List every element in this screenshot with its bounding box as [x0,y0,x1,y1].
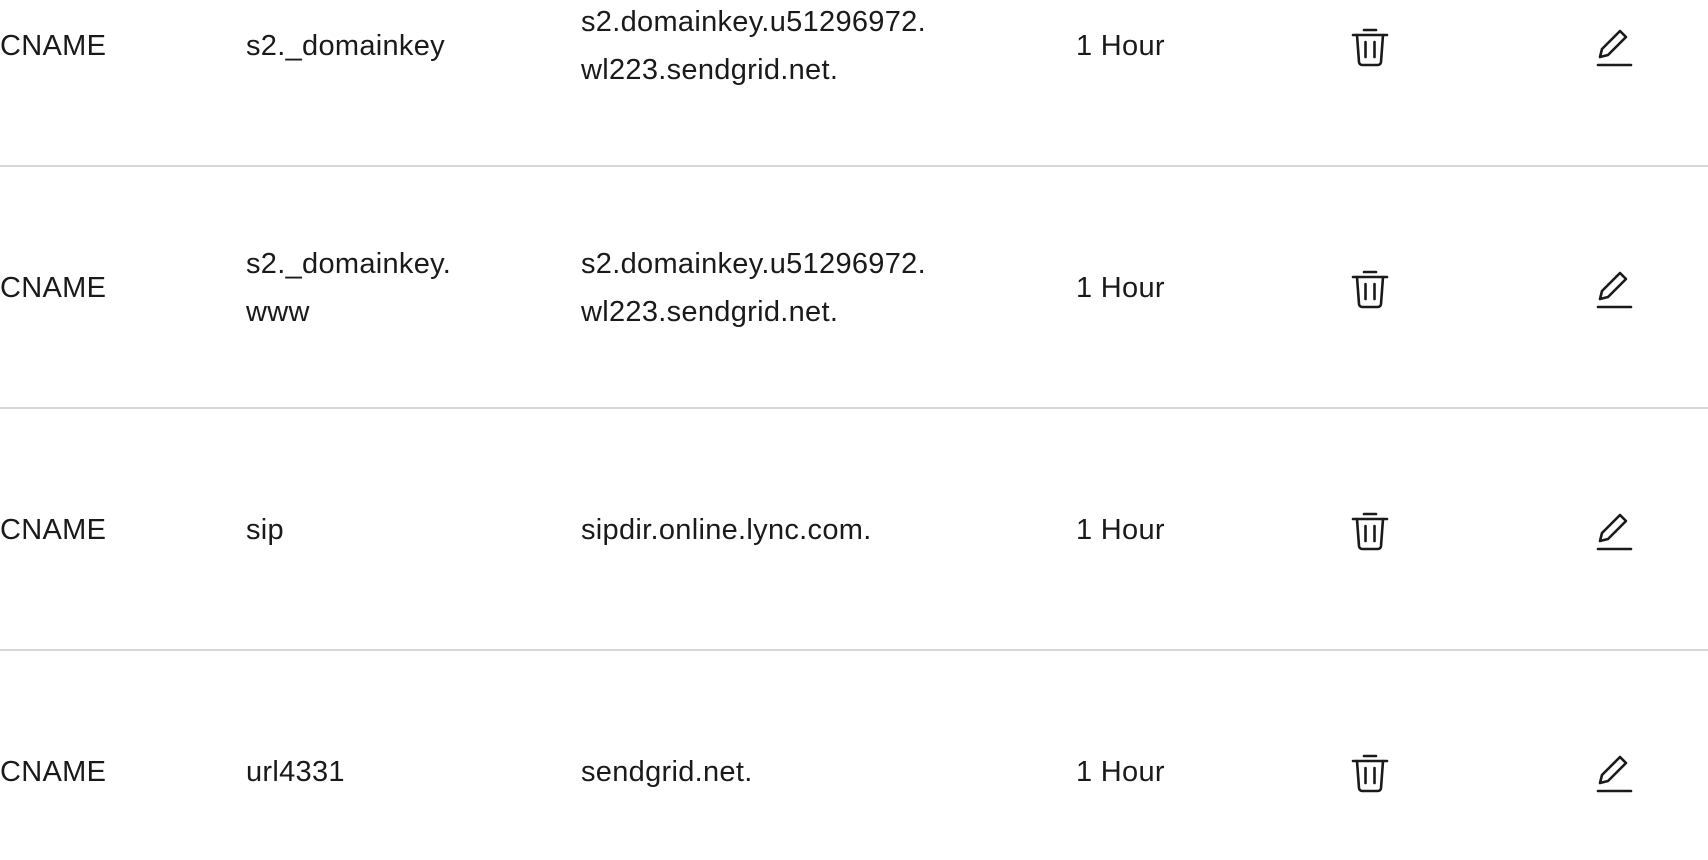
record-type: CNAME [0,30,107,62]
table-row: CNAME url4331 sendgrid.net. 1 Hour [0,651,1708,860]
pencil-icon [1596,29,1633,67]
dns-records-table: CNAME s2._domainkey s2.domainkey.u512969… [0,0,1708,860]
record-data: s2.domainkey.u51296972.wl223.sendgrid.ne… [581,6,926,86]
record-type: CNAME [0,272,107,304]
record-name: s2._domainkey [246,30,445,62]
record-name: s2._domainkey.www [246,248,452,328]
edit-record-button[interactable] [1584,651,1644,860]
record-ttl: 1 Hour [1076,514,1165,546]
pencil-icon [1596,755,1633,793]
table-row: CNAME sip sipdir.online.lync.com. 1 Hour [0,409,1708,651]
edit-record-button[interactable] [1584,167,1644,409]
trash-icon [1351,512,1389,551]
table-row: CNAME s2._domainkey s2.domainkey.u512969… [0,0,1708,167]
edit-record-button[interactable] [1584,0,1644,167]
record-ttl: 1 Hour [1076,272,1165,304]
pencil-icon [1596,271,1633,309]
record-ttl: 1 Hour [1076,30,1165,62]
record-ttl: 1 Hour [1076,756,1165,788]
trash-icon [1351,754,1389,793]
record-type: CNAME [0,756,107,788]
record-type: CNAME [0,514,107,546]
pencil-icon [1596,513,1633,551]
trash-icon [1351,270,1389,309]
delete-record-button[interactable] [1340,651,1400,860]
record-data: sipdir.online.lync.com. [581,514,872,546]
edit-record-button[interactable] [1584,409,1644,651]
record-data: s2.domainkey.u51296972.wl223.sendgrid.ne… [581,248,926,328]
record-name: sip [246,514,284,546]
delete-record-button[interactable] [1340,167,1400,409]
delete-record-button[interactable] [1340,409,1400,651]
record-data: sendgrid.net. [581,756,753,788]
delete-record-button[interactable] [1340,0,1400,167]
table-row: CNAME s2._domainkey.www s2.domainkey.u51… [0,167,1708,409]
trash-icon [1351,28,1389,67]
record-name: url4331 [246,756,345,788]
